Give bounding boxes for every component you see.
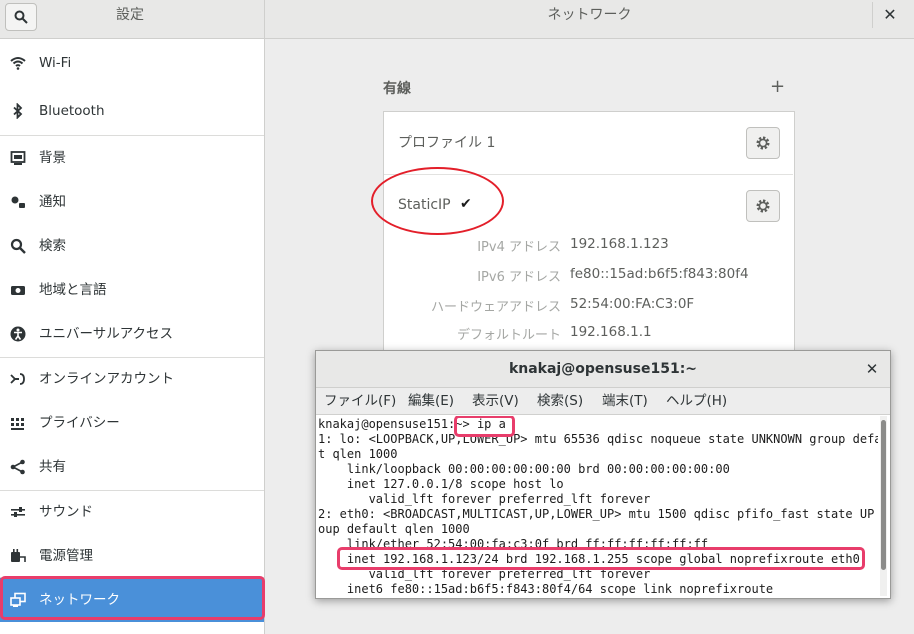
background-icon <box>10 151 26 165</box>
sidebar-item-label: ユニバーサルアクセス <box>39 326 174 342</box>
sidebar-item-wifi[interactable]: Wi-Fi <box>0 41 264 85</box>
sidebar-item-label: 検索 <box>39 238 66 254</box>
sidebar-item-label: 電源管理 <box>39 548 93 564</box>
sidebar-item-search[interactable]: 検索 <box>0 224 264 268</box>
terminal-close-button[interactable]: ✕ <box>862 351 882 387</box>
detail-value: 52:54:00:FA:C3:0F <box>570 296 695 312</box>
accessibility-icon <box>10 326 26 342</box>
privacy-icon <box>11 418 24 430</box>
sidebar-item-bluetooth[interactable]: Bluetooth <box>0 89 264 133</box>
terminal-line: 1: lo: <LOOPBACK,UP,LOWER_UP> mtu 65536 … <box>318 432 878 446</box>
sidebar-item-label: プライバシー <box>39 415 120 431</box>
menu-search[interactable]: 検索(S) <box>537 388 583 414</box>
detail-key: ハードウェアアドレス <box>430 300 561 315</box>
terminal-output[interactable]: knakaj@opensuse151:~> ip a 1: lo: <LOOPB… <box>318 416 878 596</box>
menu-help[interactable]: ヘルプ(H) <box>666 388 727 414</box>
menu-file[interactable]: ファイル(F) <box>324 388 396 414</box>
sidebar-item-label: 通知 <box>39 194 66 210</box>
detail-value: 192.168.1.1 <box>570 324 652 340</box>
gear-icon <box>756 136 770 150</box>
notification-icon <box>11 196 25 208</box>
scrollbar-thumb[interactable] <box>881 420 886 570</box>
sidebar-item-privacy[interactable]: プライバシー <box>0 401 264 445</box>
terminal-window[interactable]: knakaj@opensuse151:~ ✕ ファイル(F) 編集(E) 表示(… <box>315 350 891 599</box>
bluetooth-icon <box>13 103 23 119</box>
terminal-line: inet6 fe80::15ad:b6f5:f843:80f4/64 scope… <box>318 582 774 596</box>
sidebar-item-label: Wi-Fi <box>39 55 72 71</box>
sidebar-item-label: Bluetooth <box>39 103 105 119</box>
power-icon <box>11 549 26 562</box>
sidebar-item-sound[interactable]: サウンド <box>0 490 264 534</box>
close-button[interactable]: ✕ <box>872 2 907 28</box>
terminal-line: inet 127.0.0.1/8 scope host lo <box>318 477 564 491</box>
sidebar-item-label: 背景 <box>39 150 66 166</box>
menu-edit[interactable]: 編集(E) <box>408 388 454 414</box>
detail-key: デフォルトルート <box>456 328 561 343</box>
wired-section-label: 有線 <box>383 81 411 97</box>
sidebar-item-online-accounts[interactable]: オンラインアカウント <box>0 357 264 401</box>
sidebar-item-universal-access[interactable]: ユニバーサルアクセス <box>0 312 264 356</box>
sidebar-item-label: サウンド <box>39 504 93 520</box>
sidebar-item-label: 地域と言語 <box>39 282 107 298</box>
app-title: 設定 <box>116 7 144 23</box>
sidebar-item-label: オンラインアカウント <box>39 371 174 387</box>
profile-settings-button[interactable] <box>746 190 780 222</box>
detail-key: IPv6 アドレス <box>477 270 561 285</box>
detail-value: 192.168.1.123 <box>570 236 669 252</box>
terminal-line: valid_lft forever preferred_lft forever <box>318 492 651 506</box>
annotation-circle <box>371 167 504 235</box>
share-icon <box>10 459 25 475</box>
add-connection-button[interactable]: + <box>770 76 785 97</box>
search-button[interactable] <box>5 3 37 31</box>
search-icon <box>10 238 26 254</box>
detail-key: IPv4 アドレス <box>477 240 561 255</box>
sidebar-item-sharing[interactable]: 共有 <box>0 445 264 489</box>
sidebar-item-region-language[interactable]: 地域と言語 <box>0 268 264 312</box>
highlight-box <box>0 576 265 620</box>
page-title: ネットワーク <box>547 7 632 23</box>
profile-settings-button[interactable] <box>746 127 780 159</box>
sidebar-item-background[interactable]: 背景 <box>0 136 264 180</box>
highlight-box <box>454 416 515 437</box>
sidebar: Wi-Fi Bluetooth 背景 通知 検索 地域と言語 ユニバーサルアクセ… <box>0 39 265 634</box>
terminal-line: link/loopback 00:00:00:00:00:00 brd 00:0… <box>318 462 730 476</box>
sidebar-item-notifications[interactable]: 通知 <box>0 180 264 224</box>
highlight-box <box>337 547 865 570</box>
region-icon <box>11 286 25 295</box>
sidebar-item-label: 共有 <box>39 459 66 475</box>
gear-icon <box>756 199 770 213</box>
menu-view[interactable]: 表示(V) <box>472 388 519 414</box>
profile-name[interactable]: プロファイル 1 <box>398 132 495 152</box>
terminal-scrollbar[interactable] <box>880 416 887 596</box>
terminal-line: 2: eth0: <BROADCAST,MULTICAST,UP,LOWER_U… <box>318 507 878 521</box>
terminal-title: knakaj@opensuse151:~ <box>316 351 890 388</box>
terminal-menubar: ファイル(F) 編集(E) 表示(V) 検索(S) 端末(T) ヘルプ(H) <box>316 388 890 415</box>
online-accounts-icon <box>10 373 25 385</box>
sidebar-item-power[interactable]: 電源管理 <box>0 534 264 578</box>
wifi-icon <box>10 57 26 70</box>
terminal-line: oup default qlen 1000 <box>318 522 470 536</box>
detail-value: fe80::15ad:b6f5:f843:80f4 <box>570 266 749 282</box>
search-icon <box>14 10 28 24</box>
terminal-line: t qlen 1000 <box>318 447 398 461</box>
sound-icon <box>11 507 25 517</box>
menu-terminal[interactable]: 端末(T) <box>602 388 648 414</box>
